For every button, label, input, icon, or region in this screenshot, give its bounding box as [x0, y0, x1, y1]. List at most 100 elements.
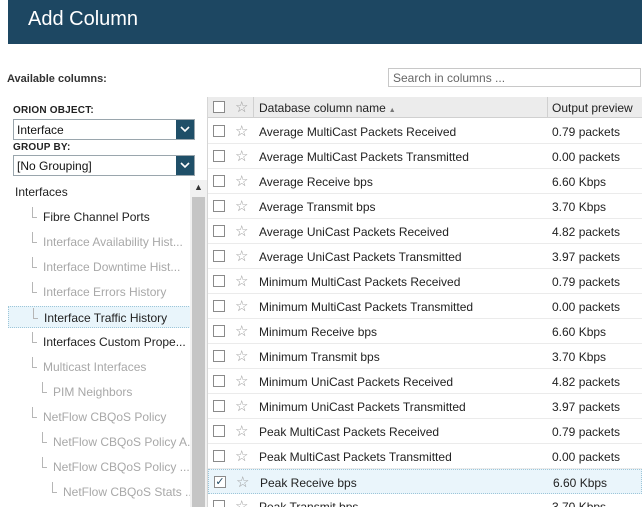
- output-preview-cell: 3.70 Kbps: [552, 350, 607, 364]
- row-checkbox[interactable]: [213, 125, 225, 137]
- table-row[interactable]: ☆ Minimum UniCast Packets Transmitted 3.97…: [208, 394, 642, 419]
- row-checkbox[interactable]: [213, 200, 225, 212]
- tree-item[interactable]: Fibre Channel Ports: [8, 206, 191, 228]
- table-row[interactable]: ☆ Minimum Transmit bps 3.70 Kbps: [208, 344, 642, 369]
- tree-item[interactable]: Interfaces Custom Prope...: [8, 331, 191, 353]
- star-icon[interactable]: ☆: [235, 297, 248, 315]
- table-row[interactable]: ☆ Average MultiCast Packets Transmitted 0.…: [208, 144, 642, 169]
- row-checkbox[interactable]: [213, 400, 225, 412]
- star-icon[interactable]: ☆: [235, 98, 248, 116]
- tree-scrollbar[interactable]: ▲: [190, 180, 207, 507]
- star-icon[interactable]: ☆: [235, 147, 248, 165]
- table-row[interactable]: ☆ Minimum UniCast Packets Received 4.82 pa…: [208, 369, 642, 394]
- table-row[interactable]: ☆ Peak Transmit bps 3.70 Kbps: [208, 494, 642, 507]
- row-checkbox[interactable]: [213, 325, 225, 337]
- star-icon[interactable]: ☆: [235, 247, 248, 265]
- column-name-cell: Minimum Receive bps: [259, 325, 378, 339]
- table-row[interactable]: ☆ Minimum MultiCast Packets Received 0.79 …: [208, 269, 642, 294]
- output-preview-cell: 4.82 packets: [552, 225, 621, 239]
- chevron-down-icon[interactable]: [176, 120, 194, 139]
- star-icon[interactable]: ☆: [235, 197, 248, 215]
- output-preview-cell: 6.60 Kbps: [552, 325, 607, 339]
- tree-connector: [42, 457, 47, 468]
- search-input[interactable]: [388, 68, 641, 87]
- output-preview-cell: 4.82 packets: [552, 375, 621, 389]
- star-icon[interactable]: ☆: [235, 347, 248, 365]
- row-checkbox[interactable]: [213, 250, 225, 262]
- tree-connector: [32, 332, 37, 343]
- select-all-checkbox[interactable]: [213, 101, 225, 113]
- column-name-cell: Minimum UniCast Packets Received: [259, 375, 454, 389]
- row-checkbox[interactable]: [213, 375, 225, 387]
- group-by-value: [No Grouping]: [17, 159, 92, 173]
- star-icon[interactable]: ☆: [235, 422, 248, 440]
- table-row[interactable]: ☆ Peak MultiCast Packets Transmitted 0.00 …: [208, 444, 642, 469]
- output-preview-cell: 0.79 packets: [552, 275, 621, 289]
- row-checkbox[interactable]: [213, 500, 225, 507]
- table-row[interactable]: ✓ ☆ Peak Receive bps 6.60 Kbps: [208, 469, 642, 494]
- table-row[interactable]: ☆ Average Transmit bps 3.70 Kbps: [208, 194, 642, 219]
- tree-item-label: Multicast Interfaces: [43, 360, 147, 374]
- tree-item[interactable]: Interface Downtime Hist...: [8, 256, 191, 278]
- scroll-up-icon[interactable]: ▲: [190, 180, 207, 194]
- column-name-cell: Average Transmit bps: [259, 200, 376, 214]
- table-row[interactable]: ☆ Minimum MultiCast Packets Transmitted 0.…: [208, 294, 642, 319]
- orion-object-select[interactable]: Interface: [13, 119, 195, 140]
- star-icon[interactable]: ☆: [236, 473, 249, 491]
- tree-item[interactable]: Interface Availability Hist...: [8, 231, 191, 253]
- tree-item[interactable]: PIM Neighbors: [8, 381, 191, 403]
- row-checkbox[interactable]: [213, 300, 225, 312]
- column-name-cell: Minimum UniCast Packets Transmitted: [259, 400, 466, 414]
- star-icon[interactable]: ☆: [235, 272, 248, 290]
- row-checkbox[interactable]: ✓: [214, 476, 226, 488]
- star-icon[interactable]: ☆: [235, 222, 248, 240]
- star-icon[interactable]: ☆: [235, 122, 248, 140]
- table-row[interactable]: ☆ Average UniCast Packets Received 4.82 pa…: [208, 219, 642, 244]
- table-row[interactable]: ☆ Average UniCast Packets Transmitted 3.97…: [208, 244, 642, 269]
- table-row[interactable]: ☆ Minimum Receive bps 6.60 Kbps: [208, 319, 642, 344]
- column-name-header[interactable]: Database column name ▲: [259, 101, 396, 115]
- tree-item-label: NetFlow CBQoS Policy ...: [53, 460, 190, 474]
- output-preview-cell: 3.70 Kbps: [552, 200, 607, 214]
- output-preview-cell: 6.60 Kbps: [553, 476, 608, 490]
- output-preview-cell: 3.97 packets: [552, 250, 621, 264]
- row-checkbox[interactable]: [213, 425, 225, 437]
- star-icon[interactable]: ☆: [235, 397, 248, 415]
- star-icon[interactable]: ☆: [235, 322, 248, 340]
- chevron-down-icon[interactable]: [176, 156, 194, 175]
- column-name-cell: Average MultiCast Packets Received: [259, 125, 457, 139]
- scrollbar-thumb[interactable]: [192, 197, 205, 507]
- output-preview-cell: 6.60 Kbps: [552, 175, 607, 189]
- row-checkbox[interactable]: [213, 450, 225, 462]
- row-checkbox[interactable]: [213, 225, 225, 237]
- column-name-cell: Average UniCast Packets Received: [259, 225, 449, 239]
- table-row[interactable]: ☆ Average Receive bps 6.60 Kbps: [208, 169, 642, 194]
- row-checkbox[interactable]: [213, 175, 225, 187]
- star-icon[interactable]: ☆: [235, 497, 248, 507]
- tree-item-label: Interfaces: [15, 185, 68, 199]
- star-icon[interactable]: ☆: [235, 447, 248, 465]
- tree-connector: [33, 308, 38, 319]
- group-by-select[interactable]: [No Grouping]: [13, 155, 195, 176]
- tree-item[interactable]: Interface Errors History: [8, 281, 191, 303]
- tree-item[interactable]: NetFlow CBQoS Stats ...: [8, 481, 191, 503]
- tree-connector: [52, 482, 57, 493]
- header-divider: [547, 97, 548, 118]
- tree-item[interactable]: NetFlow CBQoS Policy ...: [8, 456, 191, 478]
- tree-item[interactable]: NetFlow CBQoS Policy: [8, 406, 191, 428]
- row-checkbox[interactable]: [213, 350, 225, 362]
- grid-header: ☆ Database column name ▲ Output preview: [208, 97, 642, 118]
- tree-item-label: Interfaces Custom Prope...: [43, 335, 186, 349]
- table-row[interactable]: ☆ Peak MultiCast Packets Received 0.79 pac…: [208, 419, 642, 444]
- tree-item[interactable]: Interface Traffic History: [8, 306, 191, 328]
- tree-item-label: NetFlow CBQoS Policy A...: [53, 435, 191, 449]
- star-icon[interactable]: ☆: [235, 372, 248, 390]
- tree-item[interactable]: Multicast Interfaces: [8, 356, 191, 378]
- tree-item[interactable]: NetFlow CBQoS Policy A...: [8, 431, 191, 453]
- tree-item[interactable]: Interfaces: [8, 181, 191, 203]
- output-preview-header[interactable]: Output preview: [552, 101, 633, 115]
- row-checkbox[interactable]: [213, 275, 225, 287]
- star-icon[interactable]: ☆: [235, 172, 248, 190]
- row-checkbox[interactable]: [213, 150, 225, 162]
- table-row[interactable]: ☆ Average MultiCast Packets Received 0.79 …: [208, 119, 642, 144]
